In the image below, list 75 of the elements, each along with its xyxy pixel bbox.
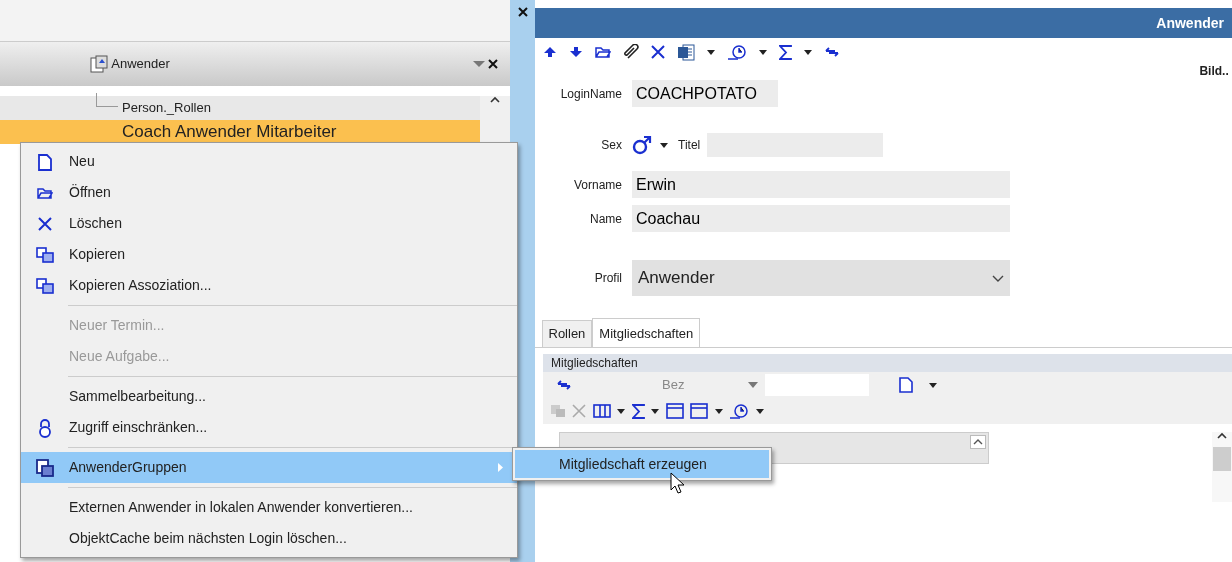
delete-icon <box>572 404 586 418</box>
columns-icon[interactable] <box>592 404 611 418</box>
caret-icon[interactable] <box>928 382 937 388</box>
male-icon[interactable] <box>632 135 652 155</box>
tree-row[interactable]: Person._Rollen <box>0 96 480 120</box>
tree-row[interactable]: Coach Anwender Mitarbeiter <box>0 120 480 144</box>
menu-item[interactable]: Zugriff einschränken... <box>21 412 517 443</box>
caret-icon[interactable] <box>707 49 715 55</box>
menu-item[interactable]: ObjektCache beim nächsten Login löschen... <box>21 523 517 554</box>
folder-icon[interactable] <box>595 46 611 58</box>
caret-icon[interactable] <box>804 49 812 55</box>
caret-icon[interactable] <box>755 408 764 414</box>
arrow-down-icon[interactable] <box>569 46 583 58</box>
caret-icon[interactable] <box>759 49 767 55</box>
copy-icon <box>36 246 54 263</box>
caret-icon[interactable] <box>651 408 659 414</box>
sum-icon[interactable] <box>779 44 792 60</box>
tab[interactable]: Rollen <box>541 320 593 347</box>
dropdown-icon[interactable] <box>748 382 758 388</box>
input-field[interactable]: COACHPOTATO <box>632 80 778 107</box>
picture-label[interactable]: Bild.. <box>1199 62 1229 80</box>
delete-icon <box>38 216 52 231</box>
word-document-icon[interactable] <box>677 43 695 61</box>
window-icon[interactable] <box>690 403 708 419</box>
clock-document-icon[interactable] <box>729 403 749 419</box>
clock-document-icon[interactable] <box>727 44 747 60</box>
close-icon[interactable] <box>517 6 528 17</box>
input-field[interactable]: Coachau <box>632 205 1010 232</box>
window-icon[interactable] <box>665 403 684 419</box>
sum-icon[interactable] <box>631 403 645 419</box>
scroll-up-icon[interactable] <box>490 96 500 103</box>
field-label: Name <box>589 210 623 228</box>
copy-icon <box>36 277 54 294</box>
scroll-thumb[interactable] <box>1213 447 1231 471</box>
field-label: Sex <box>600 137 623 154</box>
refresh-icon[interactable] <box>556 379 572 391</box>
field-label: Titel <box>678 137 701 154</box>
paperclip-icon[interactable] <box>623 44 639 60</box>
field-label: Vorname <box>572 176 623 194</box>
folder-icon <box>37 186 53 199</box>
menu-item[interactable]: Neu <box>21 146 517 177</box>
group-icon <box>36 458 54 477</box>
lock-icon <box>37 417 53 438</box>
input-field[interactable]: Erwin <box>632 171 1010 198</box>
menu-item[interactable]: Öffnen <box>21 177 517 208</box>
menu-item[interactable]: Löschen <box>21 208 517 239</box>
menu-item[interactable]: Mitgliedschaft erzeugen <box>515 450 769 478</box>
scroll-up-icon[interactable] <box>970 435 986 449</box>
scroll-up-icon[interactable] <box>1217 432 1227 439</box>
select-field[interactable]: Anwender <box>632 260 1010 296</box>
caret-icon[interactable] <box>660 142 668 148</box>
chevron-down-icon <box>992 274 1004 282</box>
menu-item[interactable]: Sammelbearbeitung... <box>21 381 517 412</box>
form-icon <box>90 55 108 73</box>
window-title: Anwender <box>1156 13 1224 33</box>
field-label: Profil <box>593 270 623 287</box>
menu-item[interactable]: Kopieren Assoziation... <box>21 270 517 301</box>
tab[interactable]: Mitgliedschaften <box>592 318 701 347</box>
filter-label: Bez <box>662 376 686 395</box>
refresh-icon[interactable] <box>824 46 840 58</box>
copy-icon <box>549 404 566 418</box>
field-label: LoginName <box>559 85 623 103</box>
cursor-icon <box>670 472 684 494</box>
new-document-icon <box>37 152 53 171</box>
close-icon[interactable] <box>488 59 498 69</box>
delete-icon[interactable] <box>651 45 665 59</box>
menu-item[interactable]: AnwenderGruppen <box>21 452 517 483</box>
panel-title: Anwender <box>111 55 170 74</box>
caret-icon[interactable] <box>714 408 723 414</box>
caret-icon[interactable] <box>617 408 625 414</box>
menu-item[interactable]: Kopieren <box>21 239 517 270</box>
arrow-up-icon[interactable] <box>543 46 557 58</box>
section-title: Mitgliedschaften <box>551 355 638 372</box>
new-document-icon[interactable] <box>898 377 913 393</box>
menu-item[interactable]: Externen Anwender in lokalen Anwender konvertieren... <box>21 492 517 523</box>
